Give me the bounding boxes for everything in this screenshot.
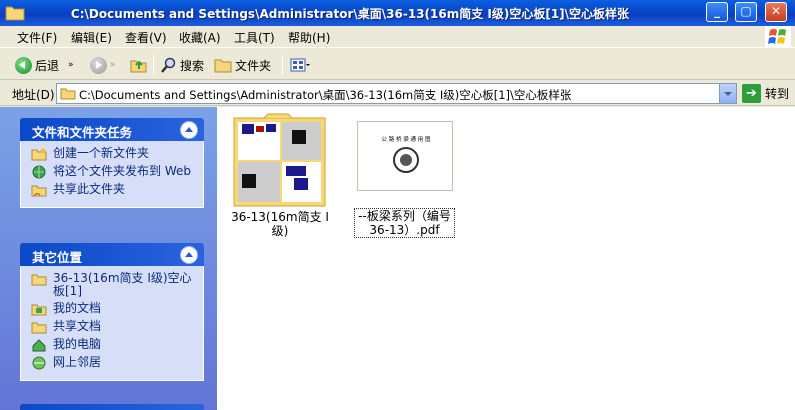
place-label: 我的电脑 xyxy=(53,337,102,351)
place-label: 网上邻居 xyxy=(53,355,102,369)
my-computer-icon xyxy=(32,339,46,352)
menu-file[interactable]: 文件(F) xyxy=(17,29,57,46)
address-input[interactable]: C:\Documents and Settings\Administrator\… xyxy=(56,83,737,104)
network-icon xyxy=(32,356,46,370)
folders-label: 文件夹 xyxy=(235,58,272,73)
task-label: 创建一个新文件夹 xyxy=(53,146,150,160)
window-title: C:\Documents and Settings\Administrator\… xyxy=(70,7,630,21)
address-label: 地址(D) xyxy=(12,88,55,102)
pdf-preview-emblem-icon xyxy=(393,147,419,173)
task-pane: 文件和文件夹任务 创建一个新文件夹 将这个文件夹发布到 Web 共享此文件夹 其… xyxy=(0,107,217,410)
globe-icon xyxy=(32,165,46,179)
places-panel-body: 36-13(16m简支 Ⅰ级)空心板[1] 我的文档 共享文档 我的电脑 网上邻… xyxy=(20,266,204,381)
task-share-folder[interactable]: 共享此文件夹 xyxy=(31,183,195,197)
tasks-panel-title: 文件和文件夹任务 xyxy=(32,125,133,140)
file-name: --板梁系列（编号 36-13）.pdf xyxy=(354,208,455,238)
windows-logo-icon xyxy=(765,26,791,48)
address-path: C:\Documents and Settings\Administrator\… xyxy=(79,88,572,102)
place-my-documents[interactable]: 我的文档 xyxy=(31,302,195,316)
views-button[interactable] xyxy=(290,54,310,76)
go-arrow-icon: ➔ xyxy=(742,84,761,103)
place-shared-documents[interactable]: 共享文档 xyxy=(31,320,195,334)
places-panel-header[interactable]: 其它位置 xyxy=(20,243,204,266)
file-name: 36-13(16m简支 Ⅰ级) xyxy=(231,210,329,238)
toolbar-separator xyxy=(282,55,283,75)
folder-icon xyxy=(31,274,47,286)
file-list: 36-13(16m简支 Ⅰ级) 公 路 桥 梁 通 用 图 --板梁系列（编号 … xyxy=(217,107,795,410)
pdf-thumbnail: 公 路 桥 梁 通 用 图 xyxy=(357,121,453,191)
maximize-button[interactable]: ▢ xyxy=(735,2,757,22)
menu-view[interactable]: 查看(V) xyxy=(125,29,167,46)
back-dropdown-icon[interactable]: » xyxy=(68,60,74,70)
title-bar[interactable]: C:\Documents and Settings\Administrator\… xyxy=(0,0,795,26)
menu-edit[interactable]: 编辑(E) xyxy=(71,29,112,46)
go-button[interactable]: ➔ 转到 xyxy=(742,84,789,103)
places-panel: 其它位置 36-13(16m简支 Ⅰ级)空心板[1] 我的文档 共享文档 我的电… xyxy=(20,243,204,381)
search-button[interactable]: 搜索 xyxy=(160,54,204,76)
collapse-chevron-icon[interactable] xyxy=(180,246,198,264)
new-folder-icon xyxy=(31,148,47,161)
task-publish-web[interactable]: 将这个文件夹发布到 Web xyxy=(31,165,195,179)
back-label: 后退 xyxy=(35,58,60,73)
details-panel xyxy=(20,404,204,410)
tasks-panel-body: 创建一个新文件夹 将这个文件夹发布到 Web 共享此文件夹 xyxy=(20,141,204,208)
views-icon xyxy=(290,58,310,72)
search-icon xyxy=(161,57,176,73)
place-my-computer[interactable]: 我的电脑 xyxy=(31,338,195,352)
place-network[interactable]: 网上邻居 xyxy=(31,356,195,370)
place-label: 我的文档 xyxy=(53,301,102,315)
place-parent-folder[interactable]: 36-13(16m简支 Ⅰ级)空心板[1] xyxy=(31,272,195,298)
folders-icon xyxy=(214,59,232,73)
back-arrow-icon xyxy=(15,56,32,74)
tasks-panel-header[interactable]: 文件和文件夹任务 xyxy=(20,118,204,141)
details-panel-header[interactable] xyxy=(20,404,204,410)
toolbar-separator xyxy=(153,55,154,75)
task-new-folder[interactable]: 创建一个新文件夹 xyxy=(31,147,195,161)
task-label: 共享此文件夹 xyxy=(53,182,126,196)
close-button[interactable]: ✕ xyxy=(765,2,787,22)
menu-favorites[interactable]: 收藏(A) xyxy=(179,29,221,46)
places-panel-title: 其它位置 xyxy=(32,250,83,265)
shared-documents-icon xyxy=(31,322,47,334)
pdf-preview-title: 公 路 桥 梁 通 用 图 xyxy=(381,137,431,143)
place-label: 36-13(16m简支 Ⅰ级)空心板[1] xyxy=(53,271,192,298)
menu-tools[interactable]: 工具(T) xyxy=(234,29,275,46)
share-folder-icon xyxy=(31,185,47,197)
back-button[interactable]: 后退 » xyxy=(15,54,74,76)
tasks-panel: 文件和文件夹任务 创建一个新文件夹 将这个文件夹发布到 Web 共享此文件夹 xyxy=(20,118,204,208)
menu-help[interactable]: 帮助(H) xyxy=(288,29,330,46)
menu-bar: 文件(F) 编辑(E) 查看(V) 收藏(A) 工具(T) 帮助(H) xyxy=(0,26,795,48)
forward-dropdown-icon[interactable]: » xyxy=(110,60,116,70)
folder-thumbnail-icon xyxy=(232,112,327,207)
address-dropdown-button[interactable] xyxy=(719,84,736,103)
forward-button[interactable]: » xyxy=(90,54,116,76)
task-label: 将这个文件夹发布到 Web xyxy=(53,164,191,178)
toolbar: 后退 » » 搜索 文件夹 xyxy=(0,49,795,80)
place-label: 共享文档 xyxy=(53,319,102,333)
my-documents-icon xyxy=(31,304,47,316)
search-label: 搜索 xyxy=(180,58,205,73)
minimize-button[interactable]: _ xyxy=(706,2,728,22)
up-folder-icon xyxy=(130,60,147,73)
forward-arrow-icon xyxy=(90,56,107,74)
up-folder-button[interactable] xyxy=(130,54,148,76)
folder-icon xyxy=(60,88,76,100)
address-bar: 地址(D) C:\Documents and Settings\Administ… xyxy=(0,81,795,106)
collapse-chevron-icon[interactable] xyxy=(180,121,198,139)
folders-button[interactable]: 文件夹 xyxy=(214,54,271,76)
go-label: 转到 xyxy=(765,87,790,101)
